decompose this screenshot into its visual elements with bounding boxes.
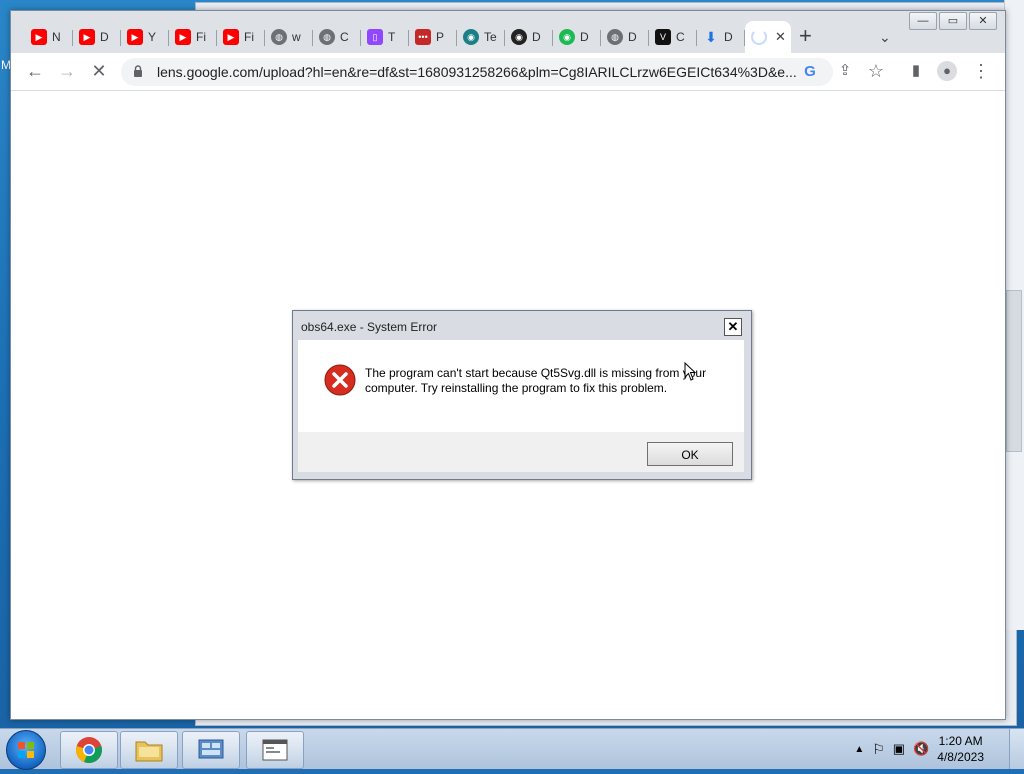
system-error-dialog: obs64.exe - System Error ✕ The program c… — [292, 310, 752, 480]
tab[interactable]: ◍ C — [313, 21, 361, 53]
tab[interactable]: ⬇ D — [697, 21, 745, 53]
tab[interactable]: ◍ D — [601, 21, 649, 53]
tab-active[interactable]: ✕ — [745, 21, 791, 53]
dialog-footer: OK — [298, 432, 744, 472]
download-icon: ⬇ — [705, 28, 717, 45]
tab[interactable]: ▶ N — [25, 21, 73, 53]
window-controls: — ▭ ✕ — [909, 12, 997, 30]
v-logo-icon: V — [655, 29, 671, 45]
youtube-icon: ▶ — [127, 29, 143, 45]
address-bar[interactable]: lens.google.com/upload?hl=en&re=df&st=16… — [121, 58, 833, 86]
profile-avatar-icon[interactable]: ● — [937, 61, 957, 81]
url-text[interactable]: lens.google.com/upload?hl=en&re=df&st=16… — [157, 64, 797, 80]
share-icon[interactable]: ⇪ — [835, 61, 855, 81]
globe-icon: ◍ — [271, 29, 287, 45]
menu-kebab-icon[interactable]: ⋮ — [971, 61, 991, 81]
green-bot-icon: ◉ — [559, 29, 575, 45]
tab[interactable]: ◉ D — [553, 21, 601, 53]
youtube-icon: ▶ — [175, 29, 191, 45]
window-app-icon — [262, 739, 288, 761]
taskbar: ▲ ⚐ ▣ 🔇 1:20 AM 4/8/2023 — [0, 728, 1024, 770]
taskbar-explorer-button[interactable] — [120, 731, 178, 769]
google-lens-icon[interactable]: G — [801, 63, 819, 81]
forward-arrow-icon[interactable]: → — [57, 61, 77, 81]
dialog-title: obs64.exe - System Error — [301, 320, 438, 334]
windows-logo-icon — [18, 742, 34, 758]
system-tray: ▲ ⚐ ▣ 🔇 1:20 AM 4/8/2023 — [854, 729, 984, 769]
chrome-icon — [76, 737, 102, 763]
tab[interactable]: ••• P — [409, 21, 457, 53]
dialog-close-button[interactable]: ✕ — [724, 318, 742, 336]
globe-icon: ◍ — [607, 29, 623, 45]
clock-date: 4/8/2023 — [937, 750, 984, 764]
side-panel-icon[interactable]: ▮ — [906, 61, 926, 81]
obs-icon: ◉ — [511, 29, 527, 45]
control-panel-icon — [198, 739, 224, 759]
browser-toolbar: ← → ✕ lens.google.com/upload?hl=en&re=df… — [11, 53, 1005, 91]
tab-list: ▶ N ▶ D ▶ Y ▶ Fi ▶ Fi ◍ w ◍ C ▯ T ••• P ◉ Te ◉ D ◉ D… — [25, 21, 791, 53]
ok-button[interactable]: OK — [647, 442, 733, 466]
clock-time: 1:20 AM — [938, 734, 983, 748]
volume-muted-icon[interactable]: 🔇 — [913, 741, 929, 757]
tab[interactable]: ▶ Y — [121, 21, 169, 53]
teal-logo-icon: ◉ — [463, 29, 479, 45]
back-arrow-icon[interactable]: ← — [25, 61, 45, 81]
lock-icon — [134, 65, 142, 77]
taskbar-control-panel-button[interactable] — [182, 731, 240, 769]
maximize-button[interactable]: ▭ — [939, 12, 967, 30]
tab[interactable]: ▶ Fi — [169, 21, 217, 53]
tab[interactable]: ◍ w — [265, 21, 313, 53]
error-message: The program can't start because Qt5Svg.d… — [365, 366, 707, 395]
folder-icon — [135, 741, 163, 762]
start-button[interactable] — [6, 730, 46, 770]
new-tab-button[interactable]: + — [799, 25, 812, 47]
clock[interactable]: 1:20 AM 4/8/2023 — [937, 733, 984, 765]
dialog-body: The program can't start because Qt5Svg.d… — [298, 340, 744, 432]
tab[interactable]: VC — [649, 21, 697, 53]
pr-icon: ••• — [415, 29, 431, 45]
tab-strip: ▶ N ▶ D ▶ Y ▶ Fi ▶ Fi ◍ w ◍ C ▯ T ••• P ◉ Te ◉ D ◉ D… — [11, 11, 1005, 53]
taskbar-chrome-button[interactable] — [60, 731, 118, 769]
close-window-button[interactable]: ✕ — [969, 12, 997, 30]
youtube-icon: ▶ — [223, 29, 239, 45]
taskbar-window-button[interactable] — [246, 731, 304, 769]
tab-search-chevron-icon[interactable]: ⌄ — [879, 29, 891, 46]
loading-spinner-icon — [751, 29, 767, 45]
tab[interactable]: ▶ D — [73, 21, 121, 53]
action-center-flag-icon[interactable]: ⚐ — [872, 741, 885, 758]
stop-loading-icon[interactable]: ✕ — [89, 61, 109, 81]
tab[interactable]: ▯ T — [361, 21, 409, 53]
twitch-icon: ▯ — [367, 29, 383, 45]
tab[interactable]: ◉ D — [505, 21, 553, 53]
globe-icon: ◍ — [319, 29, 335, 45]
background-scroll-thumb[interactable] — [1006, 290, 1022, 452]
network-icon[interactable]: ▣ — [893, 741, 905, 757]
mouse-cursor-icon — [684, 362, 696, 381]
close-tab-icon[interactable]: ✕ — [775, 29, 786, 45]
bookmark-star-icon[interactable]: ☆ — [866, 61, 886, 81]
youtube-icon: ▶ — [31, 29, 47, 45]
tab[interactable]: ▶ Fi — [217, 21, 265, 53]
error-icon — [324, 364, 356, 396]
show-hidden-icons-icon[interactable]: ▲ — [854, 744, 864, 755]
youtube-icon: ▶ — [79, 29, 95, 45]
show-desktop-button[interactable] — [1009, 729, 1024, 769]
minimize-button[interactable]: — — [909, 12, 937, 30]
tab[interactable]: ◉ Te — [457, 21, 505, 53]
